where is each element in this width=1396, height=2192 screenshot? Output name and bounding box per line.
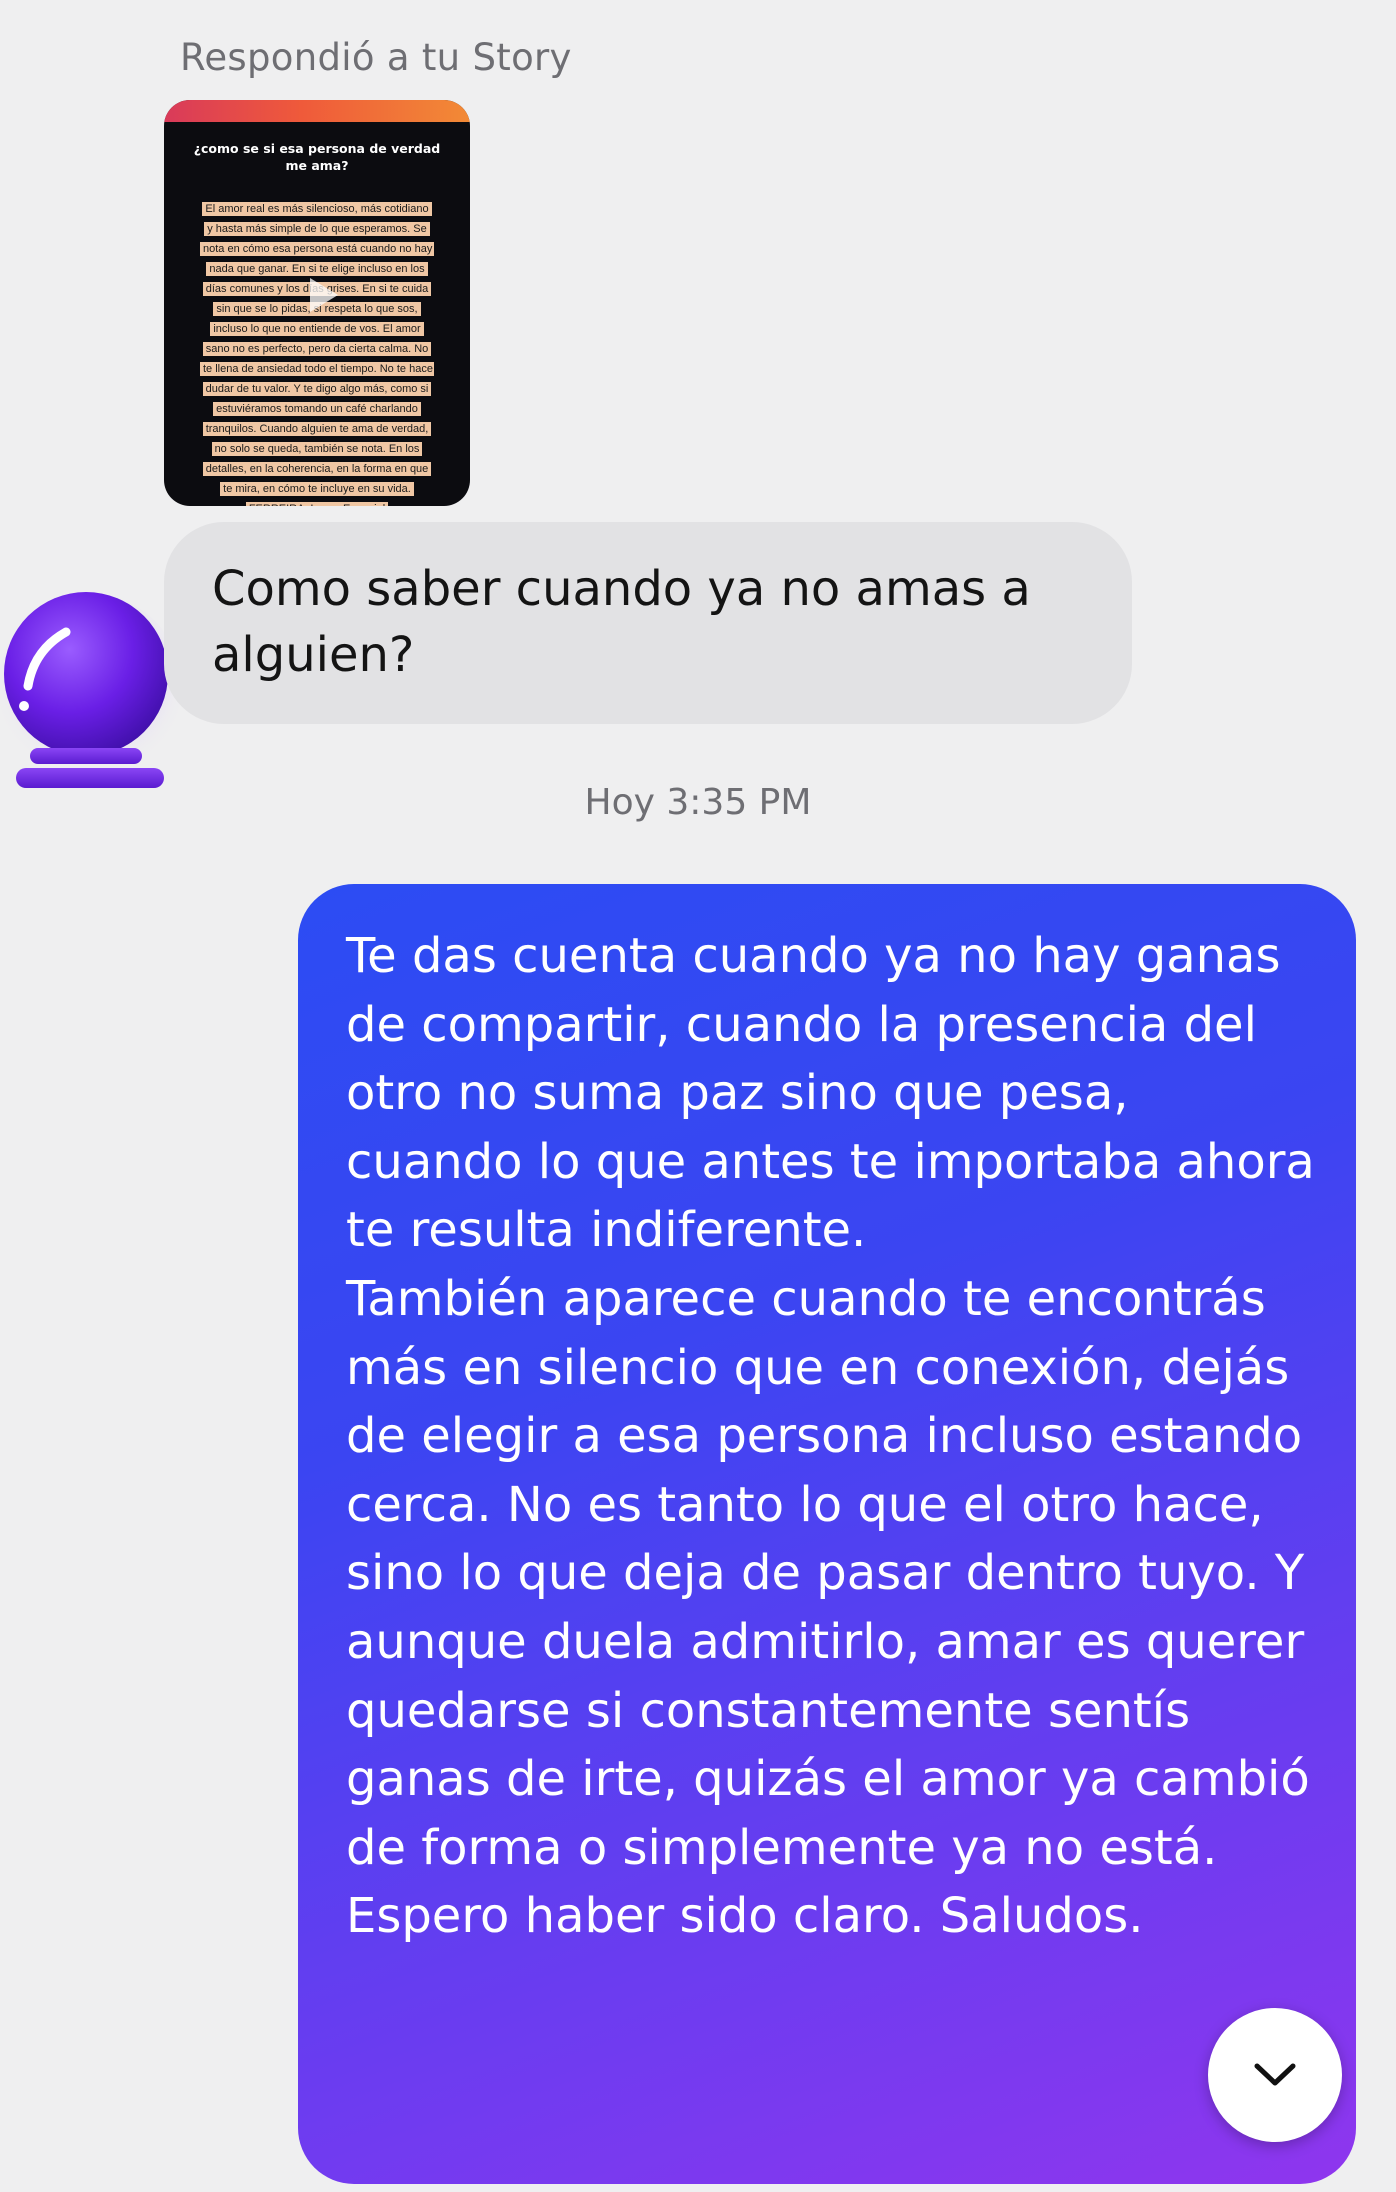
story-reply-label: Respondió a tu Story <box>180 36 572 79</box>
message-timestamp: Hoy 3:35 PM <box>584 782 812 823</box>
sent-message-bubble[interactable]: Te das cuenta cuando ya no hay ganas de … <box>298 884 1356 2184</box>
received-message-bubble[interactable]: Como saber cuando ya no amas a alguien? <box>164 522 1132 724</box>
play-icon[interactable] <box>294 268 348 322</box>
scroll-down-button[interactable] <box>1208 2008 1342 2142</box>
chevron-down-icon <box>1254 2063 1296 2086</box>
story-title: ¿como se si esa persona de verdad me ama… <box>193 141 441 173</box>
story-text: El amor real es más silencioso, más coti… <box>200 202 434 506</box>
story-text-box: El amor real es más silencioso, más coti… <box>200 198 434 506</box>
crystal-ball-icon[interactable] <box>0 578 182 814</box>
story-gradient-bar <box>164 100 470 122</box>
story-thumbnail[interactable]: ¿como se si esa persona de verdad me ama… <box>164 100 470 506</box>
